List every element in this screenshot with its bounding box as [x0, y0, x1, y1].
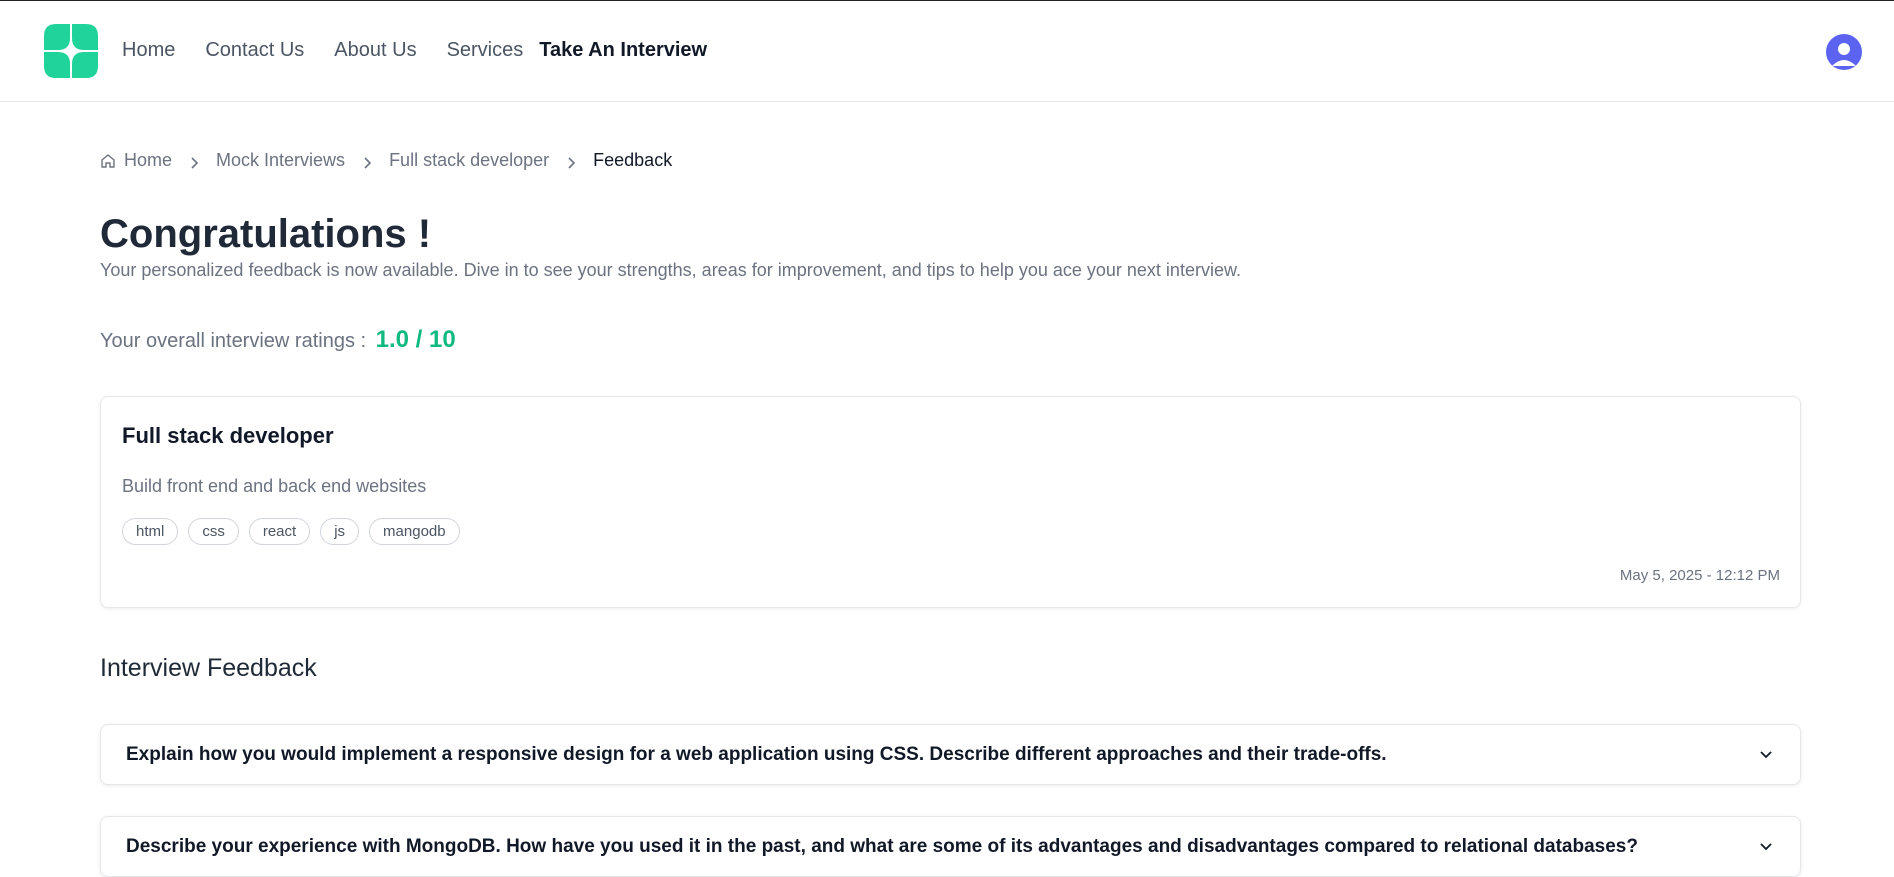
tag-list: html css react js mangodb [122, 518, 470, 545]
breadcrumb: Home Mock Interviews Full stack develope… [100, 150, 672, 171]
chevron-down-icon[interactable] [1758, 747, 1774, 763]
feedback-question-accordion[interactable]: Describe your experience with MongoDB. H… [100, 816, 1801, 877]
tag: html [122, 518, 179, 545]
chevron-right-icon [362, 154, 372, 169]
feedback-question-accordion[interactable]: Explain how you would implement a respon… [100, 724, 1801, 785]
user-avatar-icon[interactable] [1826, 34, 1862, 70]
tag: mangodb [369, 518, 460, 545]
section-heading-feedback: Interview Feedback [100, 654, 317, 682]
interview-card: Full stack developer Build front end and… [100, 396, 1801, 608]
logo-icon[interactable] [42, 22, 100, 80]
page-subtitle: Your personalized feedback is now availa… [100, 260, 1241, 280]
chevron-right-icon [189, 154, 199, 169]
question-text: Describe your experience with MongoDB. H… [126, 836, 1638, 857]
main-nav: Home Contact Us About Us Services Take A… [122, 39, 737, 62]
chevron-right-icon [566, 154, 576, 169]
chevron-down-icon[interactable] [1758, 839, 1774, 855]
interview-description: Build front end and back end websites [122, 476, 427, 496]
breadcrumb-feedback: Feedback [593, 150, 673, 170]
breadcrumb-full-stack-developer[interactable]: Full stack developer [389, 150, 549, 171]
rating-score: 1.0 / 10 [375, 326, 456, 353]
home-icon [100, 153, 116, 169]
breadcrumb-mock-interviews[interactable]: Mock Interviews [216, 150, 345, 171]
tag: react [248, 518, 311, 545]
overall-rating: Your overall interview ratings : 1.0 / 1… [100, 326, 456, 354]
nav-contact-us[interactable]: Contact Us [205, 39, 304, 62]
tag: js [320, 518, 360, 545]
navbar: Home Contact Us About Us Services Take A… [0, 1, 1894, 102]
question-text: Explain how you would implement a respon… [126, 744, 1387, 765]
interview-title: Full stack developer [122, 423, 334, 448]
interview-date: May 5, 2025 - 12:12 PM [1619, 567, 1780, 584]
nav-home[interactable]: Home [122, 39, 175, 62]
rating-label: Your overall interview ratings : [100, 330, 367, 352]
breadcrumb-home[interactable]: Home [124, 150, 172, 171]
nav-take-an-interview[interactable]: Take An Interview [539, 39, 707, 62]
nav-about-us[interactable]: About Us [334, 39, 416, 62]
page-title: Congratulations ! [100, 212, 432, 256]
nav-services[interactable]: Services [447, 39, 524, 62]
tag: css [188, 518, 239, 545]
